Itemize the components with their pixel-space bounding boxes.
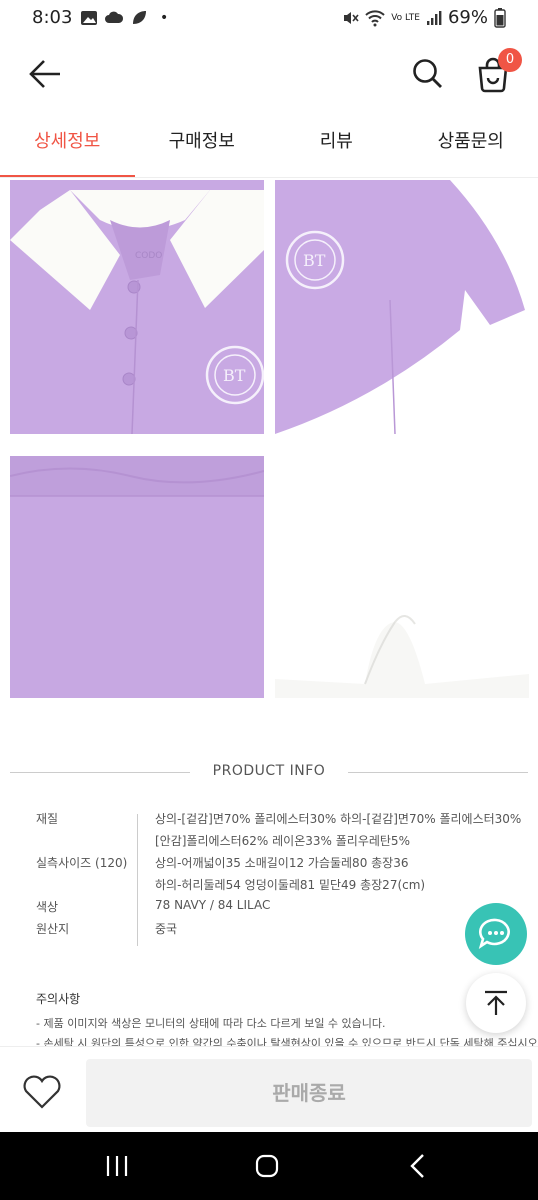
gallery-icon — [81, 11, 97, 25]
chat-fab[interactable] — [465, 903, 527, 965]
notice-line: - 제품 이미지와 색상은 모니터의 상태에 따라 다소 다르게 보일 수 있습… — [36, 1017, 386, 1030]
back-button[interactable] — [26, 54, 66, 94]
search-icon — [413, 59, 442, 88]
spec-value: 78 NAVY / 84 LILAC — [155, 898, 271, 912]
product-photo-shorts — [275, 444, 529, 698]
spec-value: [안감]폴리에스터62% 레이온33% 폴리우레탄5% — [155, 834, 410, 848]
spec-key: 실측사이즈 (120) — [36, 856, 128, 870]
product-tabs: 상세정보 구매정보 리뷰 상품문의 — [0, 118, 538, 178]
spec-key — [36, 876, 137, 898]
emblem-text-2: BT — [303, 251, 326, 270]
spec-row: 실측사이즈 (120) 상의-어깨넓이35 소매길이12 가슴둘레80 총장36 — [36, 854, 526, 876]
product-info-title: PRODUCT INFO — [212, 763, 326, 779]
wifi-icon — [365, 9, 385, 26]
search-button[interactable] — [408, 54, 448, 94]
spec-key: 재질 — [36, 812, 59, 826]
collar-brand-text: CODO — [135, 251, 162, 261]
spec-key — [36, 832, 137, 854]
product-info-header: PRODUCT INFO — [0, 760, 538, 784]
home-icon — [255, 1154, 279, 1178]
spec-key: 원산지 — [36, 922, 70, 936]
recent-apps-button[interactable] — [97, 1146, 137, 1186]
like-button[interactable] — [18, 1067, 66, 1115]
battery-icon — [494, 7, 506, 28]
spec-value: 중국 — [155, 922, 178, 936]
battery-percent: 69% — [447, 7, 488, 28]
system-status: Vo LTE 69% — [341, 7, 506, 28]
spec-value: 상의-어깨넓이35 소매길이12 가슴둘레80 총장36 — [155, 856, 409, 870]
spec-row: [안감]폴리에스터62% 레이온33% 폴리우레탄5% — [36, 832, 526, 854]
sold-out-button[interactable]: 판매종료 — [86, 1059, 532, 1127]
tabs-divider — [0, 177, 538, 178]
cart-count-badge: 0 — [498, 48, 522, 72]
arrow-left-icon — [29, 60, 60, 88]
arrow-up-icon — [485, 990, 507, 1015]
tab-inquiry[interactable]: 상품문의 — [404, 118, 538, 178]
spec-row: 색상 78 NAVY / 84 LILAC — [36, 898, 526, 920]
status-time: 8:03 — [32, 7, 73, 28]
back-nav-button[interactable] — [398, 1146, 438, 1186]
status-dot: • — [160, 10, 169, 26]
spec-row: 하의-허리둘레54 엉덩이둘레81 밑단49 총장27(cm) — [36, 876, 526, 898]
recent-apps-icon — [106, 1156, 128, 1176]
cloud-icon — [105, 11, 124, 23]
notice-title: 주의사항 — [36, 992, 81, 1006]
spec-table: 재질 상의-[겉감]면70% 폴리에스터30% 하의-[겉감]면70% 폴리에스… — [36, 810, 526, 942]
home-nav-button[interactable] — [247, 1146, 287, 1186]
product-info-line-right — [348, 772, 528, 773]
signal-icon — [426, 10, 442, 25]
bottom-action-bar: 판매종료 — [0, 1046, 538, 1133]
emblem-text: BT — [223, 366, 246, 385]
leaf-icon — [133, 11, 146, 24]
product-photo-collar: CODO BT — [10, 180, 264, 434]
notification-icons: • — [80, 9, 168, 27]
status-bar: 8:03 • Vo LTE 69% — [0, 0, 538, 36]
mute-icon — [344, 11, 359, 24]
tab-detail[interactable]: 상세정보 — [0, 118, 135, 178]
tab-purchase-info[interactable]: 구매정보 — [135, 118, 270, 178]
app-bar — [0, 36, 538, 108]
chat-bubble-icon — [478, 918, 510, 950]
network-label: Vo LTE — [391, 12, 420, 23]
spec-row: 재질 상의-[겉감]면70% 폴리에스터30% 하의-[겉감]면70% 폴리에스… — [36, 810, 526, 832]
spec-value: 하의-허리둘레54 엉덩이둘레81 밑단49 총장27(cm) — [155, 878, 426, 892]
product-photo-waistband — [10, 456, 264, 698]
heart-icon — [23, 1075, 61, 1109]
spec-value: 상의-[겉감]면70% 폴리에스터30% 하의-[겉감]면70% 폴리에스터30… — [155, 812, 522, 826]
spec-key: 색상 — [36, 900, 59, 914]
product-photo-sleeve: BT — [275, 180, 529, 434]
tab-reviews[interactable]: 리뷰 — [269, 118, 404, 178]
system-nav-bar — [0, 1132, 538, 1200]
scroll-top-fab[interactable] — [466, 973, 526, 1033]
back-nav-icon — [410, 1154, 424, 1178]
spec-row: 원산지 중국 — [36, 920, 526, 942]
